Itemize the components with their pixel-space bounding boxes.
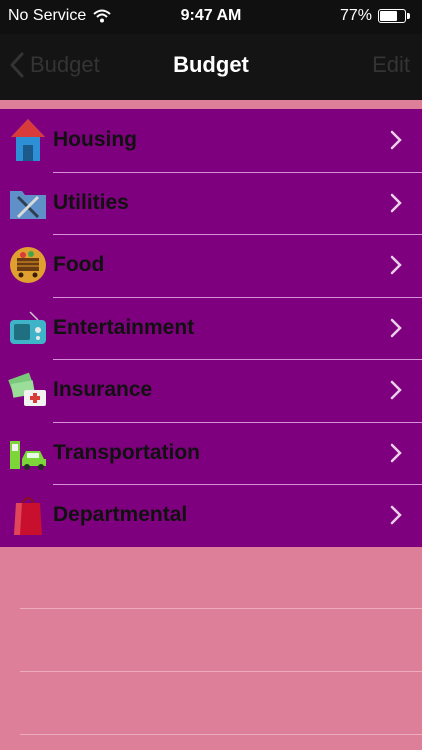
battery-icon	[378, 9, 406, 23]
chevron-right-icon	[390, 381, 402, 400]
edit-button[interactable]: Edit	[372, 52, 410, 78]
chevron-right-icon	[390, 193, 402, 212]
battery-percent: 77%	[339, 7, 372, 24]
list-item-label: Food	[53, 253, 105, 277]
chevron-right-icon	[390, 318, 402, 337]
list-item-transportation[interactable]: Transportation	[0, 421, 422, 485]
list-item-label: Utilities	[53, 190, 129, 214]
money-medical-icon	[8, 366, 48, 414]
house-icon	[8, 116, 48, 164]
tools-folder-icon	[8, 179, 48, 227]
status-right: 77%	[340, 7, 410, 25]
status-bar: No Service 9:47 AM 77%	[0, 0, 422, 34]
list-item-label: Housing	[53, 128, 137, 152]
list-item-label: Departmental	[53, 503, 188, 527]
list-item-housing[interactable]: Housing	[0, 109, 422, 172]
category-list: Housing Utilities Food Entertainment Ins…	[0, 109, 422, 547]
car-fuel-icon	[8, 429, 48, 477]
list-item-departmental[interactable]: Departmental	[0, 484, 422, 547]
list-item-utilities[interactable]: Utilities	[0, 171, 422, 235]
header-divider	[0, 100, 422, 109]
empty-row-divider	[20, 671, 422, 672]
shopping-cart-icon	[8, 241, 48, 289]
shopping-bag-icon	[8, 491, 48, 539]
chevron-right-icon	[390, 443, 402, 462]
navigation-bar: Budget Budget Edit	[0, 34, 422, 100]
radio-icon	[8, 304, 48, 352]
list-item-label: Insurance	[53, 378, 153, 402]
page-title: Budget	[173, 52, 249, 77]
chevron-right-icon	[390, 131, 402, 150]
list-item-label: Entertainment	[53, 315, 195, 339]
list-item-insurance[interactable]: Insurance	[0, 359, 422, 422]
empty-row-divider	[20, 734, 422, 735]
list-item-entertainment[interactable]: Entertainment	[0, 296, 422, 360]
chevron-right-icon	[390, 256, 402, 275]
empty-row-divider	[20, 608, 422, 609]
list-item-label: Transportation	[53, 440, 201, 464]
chevron-right-icon	[390, 506, 402, 525]
list-item-food[interactable]: Food	[0, 234, 422, 297]
